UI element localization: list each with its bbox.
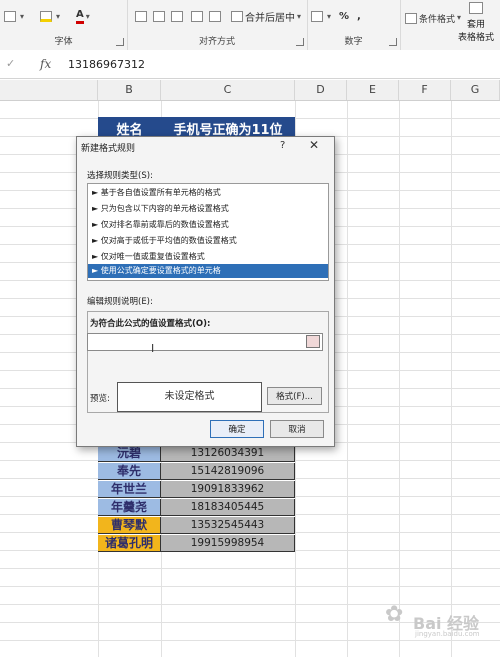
indent-decrease-icon [191,10,203,22]
phone-cell[interactable]: 13126034391 [161,445,295,462]
merge-center-label: 合并后居中 [245,12,295,24]
number-group: % , 数字 [307,0,401,50]
alignment-group: 合并后居中 对齐方式 [127,0,308,50]
column-header-e[interactable]: E [347,80,399,100]
dialog-title: 新建格式规则 [81,144,136,154]
align-left-icon [135,10,147,22]
table-format-button[interactable]: 套用 表格格式 [452,2,500,43]
phone-cell[interactable]: 18183405445 [161,499,295,516]
column-header-g[interactable]: G [451,80,500,100]
format-preview: 未设定格式 [117,382,262,412]
comma-button[interactable]: , [357,8,361,24]
font-color-icon: A [76,9,84,24]
align-center-icon [153,10,165,22]
watermark-subtext: jingyan.baidu.com [415,630,480,638]
currency-button[interactable] [311,8,331,24]
rule-type-item-selected[interactable]: ► 使用公式确定要设置格式的单元格 [88,264,328,278]
conditional-format-label: 条件格式 [419,14,456,25]
column-header-b[interactable]: B [98,80,161,100]
range-select-icon[interactable] [306,335,320,348]
merge-icon [231,10,243,22]
font-group: A 字体 [0,0,128,50]
font-group-label: 字体 [54,37,73,47]
indent-increase-button[interactable] [209,8,223,24]
rule-type-item[interactable]: ► 基于各自值设置所有单元格的格式 [88,186,328,200]
indent-increase-icon [209,10,221,22]
align-left-button[interactable] [135,8,149,24]
font-color-button[interactable]: A [76,8,90,24]
number-launcher-icon[interactable] [389,38,397,46]
phone-cell[interactable]: 19915998954 [161,535,295,552]
new-format-rule-dialog: 新建格式规则 ? ✕ 选择规则类型(S): ► 基于各自值设置所有单元格的格式 … [76,136,335,447]
rule-type-item[interactable]: ► 仅对高于或低于平均值的数值设置格式 [88,234,328,248]
column-headers: B C D E F G [0,80,500,101]
rule-type-item[interactable]: ► 仅对唯一值或重复值设置格式 [88,250,328,264]
name-cell[interactable]: 年世兰 [98,481,161,498]
name-cell[interactable]: 沅碧 [98,445,161,462]
confirm-icon[interactable]: ✓ [6,57,15,70]
phone-cell[interactable]: 15142819096 [161,463,295,480]
comma-label: , [357,10,361,22]
select-rule-type-label: 选择规则类型(S): [87,171,153,181]
cancel-button[interactable]: 取消 [270,420,324,438]
name-cell[interactable]: 奉先 [98,463,161,480]
fx-icon[interactable]: fx [40,57,51,71]
percent-label: % [339,10,350,22]
table-format-icon [469,2,483,14]
border-icon [4,10,16,22]
watermark: ✿ Bai 经验 jingyan.baidu.com [385,600,495,640]
rule-type-list[interactable]: ► 基于各自值设置所有单元格的格式 ► 只为包含以下内容的单元格设置格式 ► 仅… [87,183,329,281]
select-all-corner[interactable] [0,80,98,100]
number-group-label: 数字 [344,37,363,47]
name-cell[interactable]: 年羹尧 [98,499,161,516]
formula-input[interactable]: 13186967312 [68,58,145,71]
text-cursor-icon: I [151,342,155,355]
align-right-icon [171,10,183,22]
rule-type-item[interactable]: ► 只为包含以下内容的单元格设置格式 [88,202,328,216]
font-launcher-icon[interactable] [116,38,124,46]
border-button[interactable] [4,8,24,24]
preview-label: 预览: [90,394,110,404]
merge-center-button[interactable]: 合并后居中 [231,8,301,24]
ok-button[interactable]: 确定 [210,420,264,438]
paw-logo-icon: ✿ [385,602,404,627]
name-cell[interactable]: 曹琴默 [98,517,161,534]
apply-label: 套用 [466,20,485,30]
edit-rule-description-label: 编辑规则说明(E): [87,297,153,307]
currency-icon [311,10,323,22]
column-header-f[interactable]: F [399,80,451,100]
indent-decrease-button[interactable] [191,8,205,24]
close-icon[interactable]: ✕ [309,138,319,152]
phone-cell[interactable]: 19091833962 [161,481,295,498]
alignment-group-label: 对齐方式 [198,37,235,47]
percent-button[interactable]: % [339,8,349,24]
name-cell[interactable]: 诸葛孔明 [98,535,161,552]
fill-color-icon [40,10,52,22]
conditional-format-icon [405,12,417,24]
column-header-c[interactable]: C [161,80,295,100]
help-icon[interactable]: ? [280,140,285,151]
formula-input-field[interactable] [87,333,323,351]
rule-type-item[interactable]: ► 仅对排名靠前或靠后的数值设置格式 [88,218,328,232]
formula-label: 为符合此公式的值设置格式(O): [90,319,211,329]
format-button[interactable]: 格式(F)... [267,387,322,405]
fill-color-button[interactable] [40,8,60,24]
align-center-button[interactable] [153,8,167,24]
ribbon: A 字体 合并后居中 对齐方式 % , 数字 条件格式 套用 表格格式 [0,0,500,51]
formula-bar: ✓ fx 13186967312 [0,50,500,79]
alignment-launcher-icon[interactable] [296,38,304,46]
phone-cell[interactable]: 13532545443 [161,517,295,534]
table-format-label: 表格格式 [457,33,494,43]
align-right-button[interactable] [171,8,185,24]
column-header-d[interactable]: D [295,80,347,100]
